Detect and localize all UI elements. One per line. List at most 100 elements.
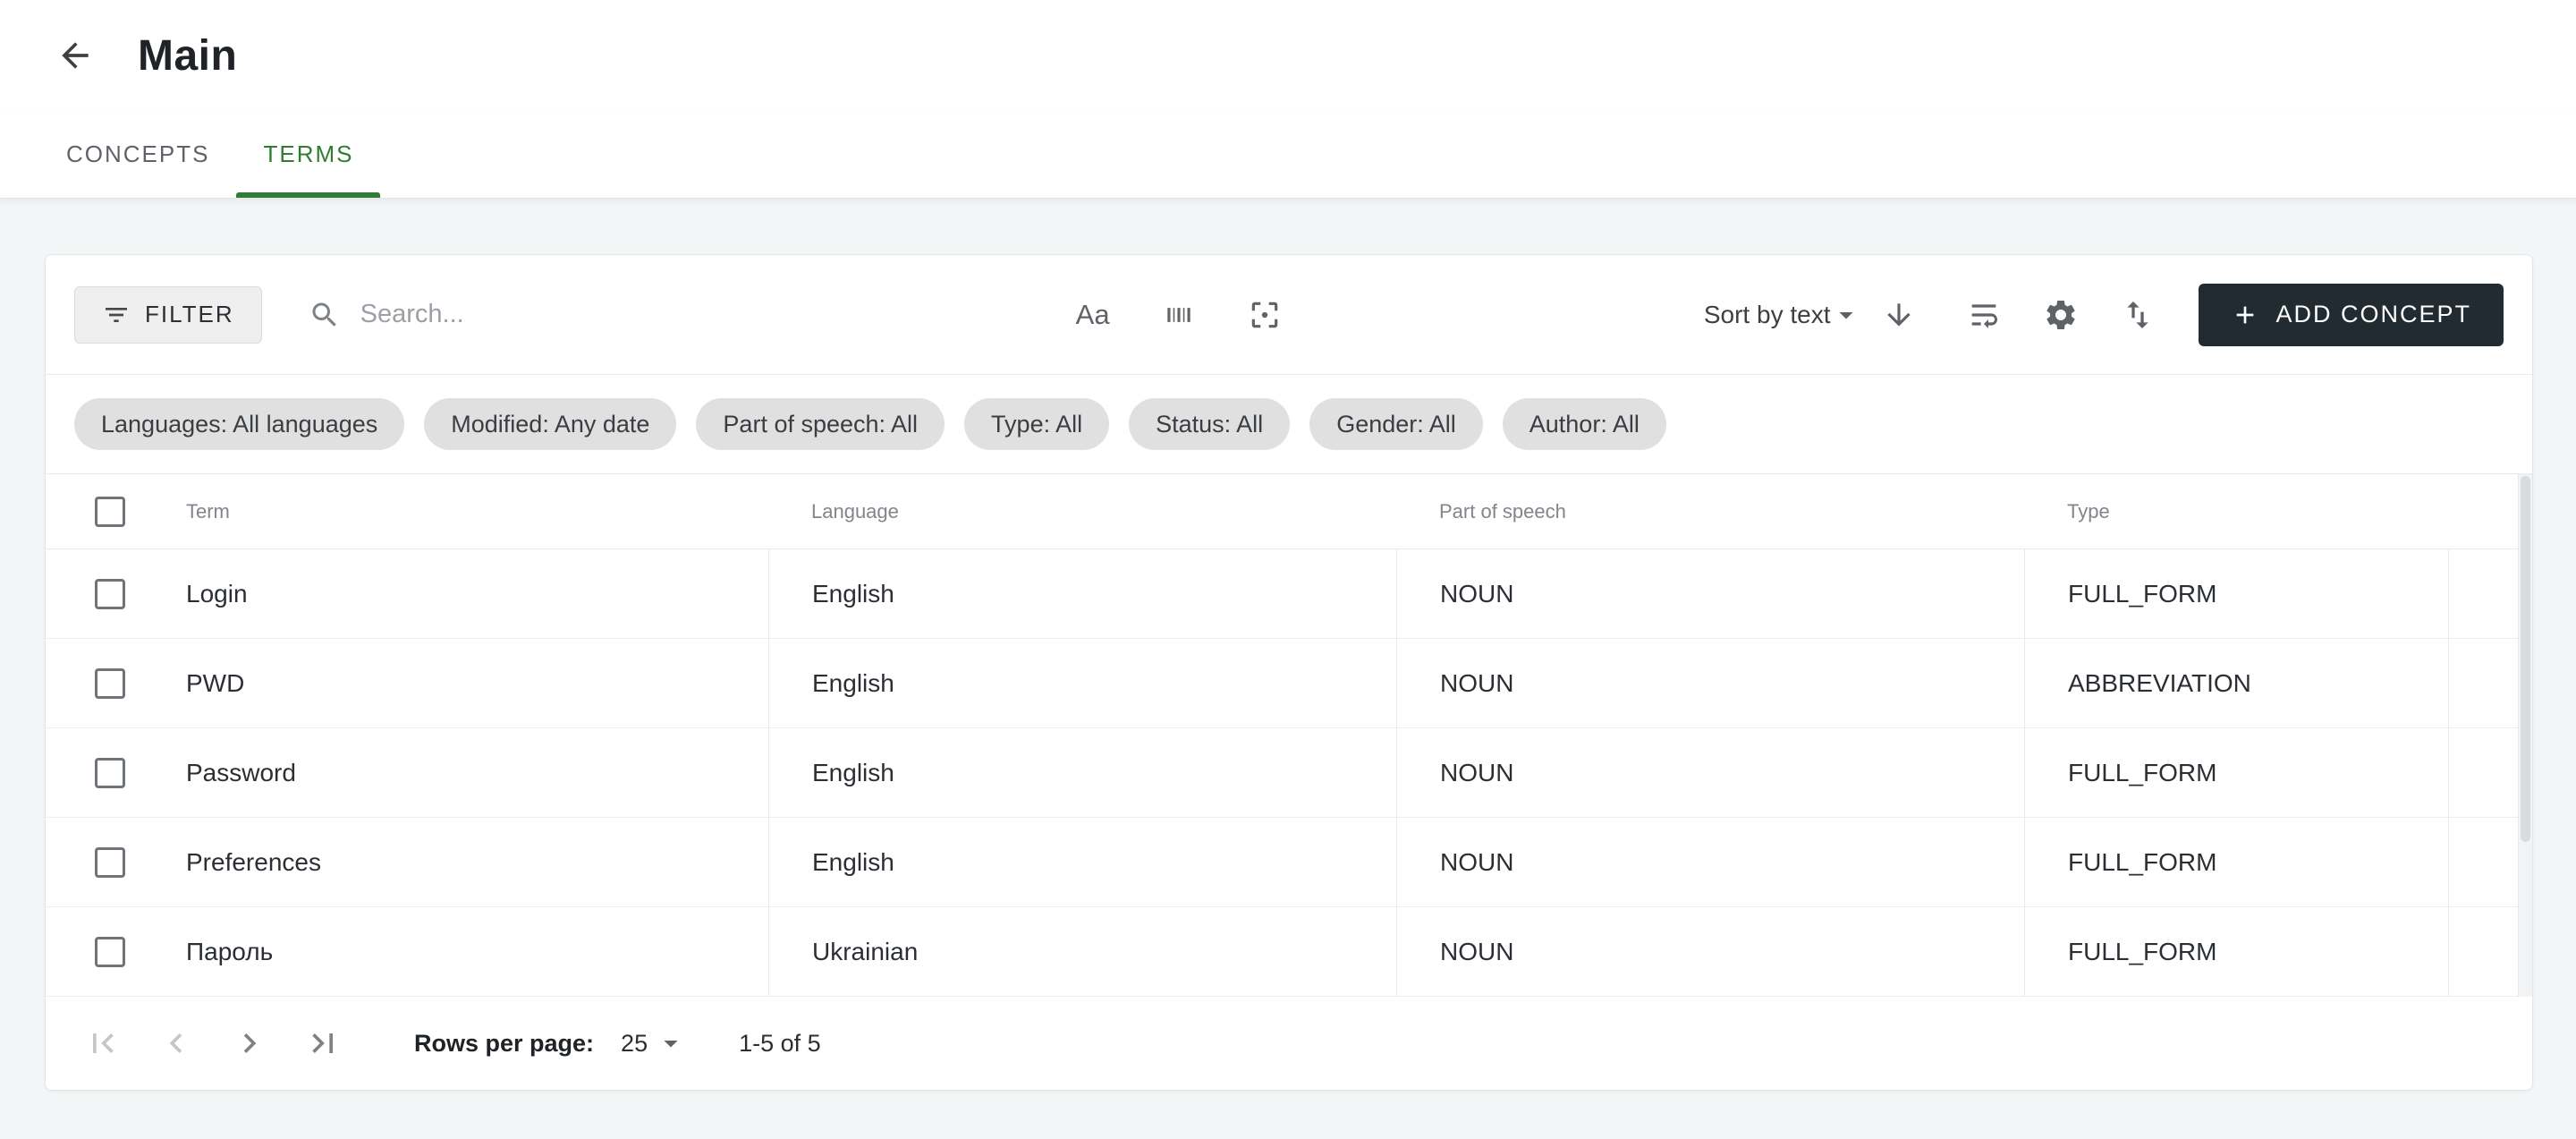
header-term-cell: Term (46, 474, 768, 548)
filter-chips-row: Languages: All languages Modified: Any d… (46, 375, 2532, 474)
header-type-cell: Type (2024, 474, 2448, 548)
search-icon (309, 299, 341, 331)
search-box (309, 299, 1067, 331)
back-icon (55, 36, 95, 75)
first-page-button[interactable] (83, 1024, 123, 1063)
last-page-icon (303, 1024, 343, 1063)
part-of-speech-cell: NOUN (1440, 848, 1513, 877)
row-checkbox[interactable] (95, 579, 125, 609)
type-cell: FULL_FORM (2068, 759, 2216, 787)
chip-modified[interactable]: Modified: Any date (424, 398, 676, 450)
table-footer: Rows per page: 25 1-5 of 5 (46, 997, 2532, 1090)
rows-per-page-value: 25 (621, 1030, 648, 1058)
whole-word-icon[interactable] (1162, 298, 1196, 332)
filter-icon (102, 301, 131, 329)
top-header-area: Main CONCEPTS TERMS (0, 0, 2576, 199)
import-export-icon[interactable] (2120, 297, 2156, 333)
language-cell: English (812, 759, 894, 787)
rows-per-page-caret-icon (655, 1027, 687, 1059)
scrollbar-thumb[interactable] (2521, 476, 2530, 842)
toolbar-icon-group (1966, 297, 2156, 333)
table-row[interactable]: PWD English NOUN ABBREVIATION (46, 639, 2532, 728)
sort-by-dropdown[interactable]: Sort by text (1704, 299, 1863, 331)
chip-languages[interactable]: Languages: All languages (74, 398, 404, 450)
rows-per-page-label: Rows per page: (414, 1030, 594, 1058)
page-title: Main (138, 31, 237, 81)
term-cell: Preferences (186, 848, 321, 877)
pagination-controls (83, 1024, 343, 1063)
part-of-speech-cell: NOUN (1440, 580, 1513, 608)
type-cell: FULL_FORM (2068, 580, 2216, 608)
table-header-row: Term Language Part of speech Type (46, 474, 2532, 549)
search-input[interactable] (360, 300, 1067, 329)
column-header-language: Language (811, 500, 899, 523)
rows-per-page-select[interactable]: 25 (621, 1027, 687, 1059)
part-of-speech-cell: NOUN (1440, 669, 1513, 698)
pagination-range-label: 1-5 of 5 (739, 1030, 821, 1058)
chip-gender[interactable]: Gender: All (1309, 398, 1483, 450)
match-case-icon[interactable]: Aa (1076, 299, 1110, 331)
app-header: Main (0, 0, 2576, 111)
part-of-speech-cell: NOUN (1440, 759, 1513, 787)
type-cell: FULL_FORM (2068, 848, 2216, 877)
filter-button-label: FILTER (145, 301, 234, 328)
search-options: Aa (1076, 298, 1282, 332)
next-page-icon (230, 1024, 269, 1063)
table-row[interactable]: Login English NOUN FULL_FORM (46, 549, 2532, 639)
add-concept-label: ADD CONCEPT (2275, 301, 2471, 328)
term-cell: Login (186, 580, 248, 608)
sort-direction-icon (1882, 298, 1916, 332)
header-language-cell: Language (768, 474, 1396, 548)
vertical-scrollbar[interactable] (2518, 474, 2532, 997)
language-cell: Ukrainian (812, 938, 918, 966)
tab-concepts[interactable]: CONCEPTS (39, 111, 236, 198)
table-row[interactable]: Password English NOUN FULL_FORM (46, 728, 2532, 818)
terms-panel: FILTER Aa Sort by text (45, 254, 2533, 1091)
prev-page-icon (157, 1024, 196, 1063)
row-checkbox[interactable] (95, 758, 125, 788)
sort-direction-button[interactable] (1882, 298, 1916, 332)
term-cell: PWD (186, 669, 244, 698)
type-cell: ABBREVIATION (2068, 669, 2251, 698)
tab-bar: CONCEPTS TERMS (0, 111, 2576, 199)
tab-terms[interactable]: TERMS (236, 111, 380, 198)
dropdown-caret-icon (1830, 299, 1862, 331)
last-page-button[interactable] (303, 1024, 343, 1063)
type-cell: FULL_FORM (2068, 938, 2216, 966)
prev-page-button[interactable] (157, 1024, 196, 1063)
row-checkbox[interactable] (95, 937, 125, 967)
content-area: FILTER Aa Sort by text (0, 199, 2576, 1091)
table-row[interactable]: Preferences English NOUN FULL_FORM (46, 818, 2532, 907)
row-checkbox[interactable] (95, 847, 125, 878)
tab-terms-label: TERMS (263, 140, 353, 168)
first-page-icon (83, 1024, 123, 1063)
terms-table: Term Language Part of speech Type Login (46, 474, 2532, 997)
wrap-text-icon[interactable] (1966, 297, 2002, 333)
language-cell: English (812, 848, 894, 877)
regex-icon[interactable] (1248, 298, 1282, 332)
row-checkbox[interactable] (95, 668, 125, 699)
plus-icon (2231, 301, 2259, 329)
chip-status[interactable]: Status: All (1129, 398, 1290, 450)
column-header-term: Term (186, 500, 230, 523)
toolbar: FILTER Aa Sort by text (46, 255, 2532, 375)
add-concept-button[interactable]: ADD CONCEPT (2199, 284, 2504, 346)
column-header-type: Type (2067, 500, 2110, 523)
chip-author[interactable]: Author: All (1503, 398, 1666, 450)
settings-gear-icon[interactable] (2043, 297, 2079, 333)
term-cell: Пароль (186, 938, 273, 966)
language-cell: English (812, 669, 894, 698)
back-button[interactable] (54, 34, 97, 77)
header-pos-cell: Part of speech (1396, 474, 2024, 548)
table-row[interactable]: Пароль Ukrainian NOUN FULL_FORM (46, 907, 2532, 997)
column-header-part-of-speech: Part of speech (1439, 500, 1566, 523)
part-of-speech-cell: NOUN (1440, 938, 1513, 966)
select-all-checkbox[interactable] (95, 497, 125, 527)
next-page-button[interactable] (230, 1024, 269, 1063)
chip-type[interactable]: Type: All (964, 398, 1109, 450)
tab-concepts-label: CONCEPTS (66, 140, 209, 168)
language-cell: English (812, 580, 894, 608)
sort-by-label: Sort by text (1704, 301, 1831, 329)
chip-part-of-speech[interactable]: Part of speech: All (696, 398, 945, 450)
filter-button[interactable]: FILTER (74, 286, 262, 344)
